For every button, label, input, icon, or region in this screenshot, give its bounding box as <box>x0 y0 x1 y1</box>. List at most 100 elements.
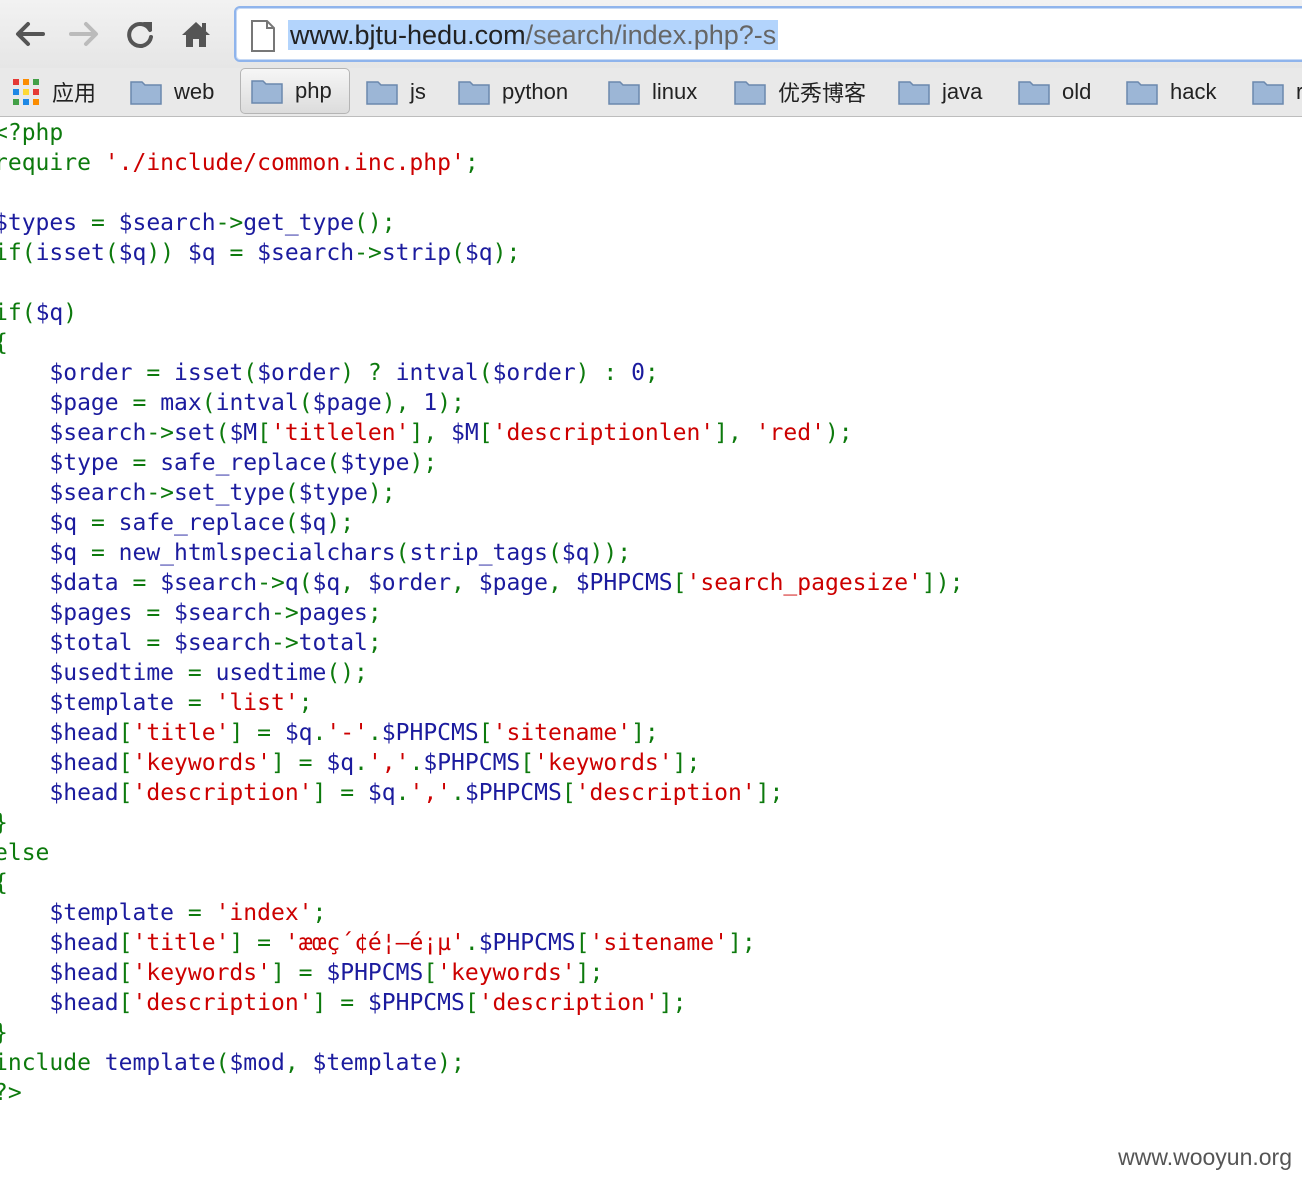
code-line: require './include/common.inc.php'; <box>0 148 1296 178</box>
code-token: $PHPCMS <box>478 930 576 956</box>
url-path: /search/index.php?-s <box>525 20 777 50</box>
code-token: ]; <box>672 750 701 776</box>
bookmark-label: old <box>1062 79 1092 104</box>
bookmark-python[interactable]: python <box>458 70 568 114</box>
code-token: $pages <box>49 600 147 626</box>
url-host: www.bjtu-hedu.com <box>290 20 526 50</box>
code-token: . <box>312 720 327 746</box>
code-token: [ <box>118 990 133 1016</box>
code-token: usedtime <box>215 660 327 686</box>
home-button[interactable] <box>176 14 216 54</box>
code-token: $mod <box>229 1050 285 1076</box>
bookmark-java[interactable]: java <box>898 70 982 114</box>
code-token: 'sitename' <box>492 720 632 746</box>
code-token: $PHPCMS <box>381 720 479 746</box>
code-token: [ <box>118 930 133 956</box>
code-token: ( <box>451 240 465 266</box>
folder-icon <box>458 81 490 105</box>
code-token: [ <box>118 780 133 806</box>
code-token: -> <box>270 600 299 626</box>
code-token: $head <box>49 750 119 776</box>
code-token: = <box>90 540 119 566</box>
code-token: = <box>187 660 216 686</box>
code-token: ); <box>492 240 521 266</box>
code-token: = <box>146 600 175 626</box>
bookmark-blogs[interactable]: 优秀博客 <box>734 70 866 114</box>
code-token: } <box>0 1020 8 1046</box>
code-token: 'æœç´¢é¦–é¡µ' <box>284 930 465 956</box>
url-text[interactable]: www.bjtu-hedu.com/search/index.php?-s <box>288 17 779 53</box>
code-token: ]; <box>658 990 687 1016</box>
code-token: = <box>132 390 161 416</box>
code-token: [ <box>257 420 271 446</box>
bookmark-r[interactable]: r <box>1252 70 1302 114</box>
bookmark-web[interactable]: web <box>130 70 214 114</box>
code-token: [ <box>478 720 493 746</box>
code-token: max <box>160 390 202 416</box>
code-token: $q <box>187 240 230 266</box>
code-token: ); <box>409 450 438 476</box>
code-line: $page = max(intval($page), 1); <box>0 388 1296 418</box>
apps-grid-icon <box>13 79 39 105</box>
code-token: [ <box>118 960 133 986</box>
code-token: -> <box>215 210 244 236</box>
code-line: $search->set($M['titlelen'], $M['descrip… <box>0 418 1296 448</box>
code-token: $head <box>49 960 119 986</box>
bookmark-linux[interactable]: linux <box>608 70 697 114</box>
code-token: [ <box>423 960 438 986</box>
code-token: ?> <box>0 1080 22 1106</box>
code-token: ]; <box>727 930 756 956</box>
bookmark-js[interactable]: js <box>366 70 426 114</box>
address-bar[interactable]: www.bjtu-hedu.com/search/index.php?-s <box>234 6 1302 62</box>
folder-icon <box>1018 81 1050 105</box>
code-token: )) <box>146 240 188 266</box>
code-line: $total = $search->total; <box>0 628 1296 658</box>
code-token: $usedtime <box>49 660 188 686</box>
code-token: -> <box>270 630 299 656</box>
code-token: -> <box>354 240 382 266</box>
code-token: ] = <box>312 990 368 1016</box>
code-token: (); <box>326 660 368 686</box>
code-token: strip_tags <box>409 540 548 566</box>
code-token: 'description' <box>132 990 313 1016</box>
code-line: $head['title'] = 'æœç´¢é¦–é¡µ'.$PHPCMS['… <box>0 928 1296 958</box>
code-token: new_htmlspecialchars <box>118 540 396 566</box>
reload-button[interactable] <box>120 14 160 54</box>
code-token: ] = <box>270 960 327 986</box>
code-token: $q <box>35 300 64 326</box>
forward-button[interactable] <box>64 14 104 54</box>
code-token: pages <box>298 600 368 626</box>
bookmark-hack[interactable]: hack <box>1126 70 1216 114</box>
bookmark-apps[interactable]: 应用 <box>12 70 96 114</box>
back-button[interactable] <box>10 14 50 54</box>
code-token: intval <box>215 390 299 416</box>
code-token: $head <box>49 780 119 806</box>
code-token: $PHPCMS <box>326 960 424 986</box>
code-token: 0 <box>631 360 645 386</box>
code-token: ; <box>464 150 479 176</box>
code-token: . <box>409 750 424 776</box>
bookmark-php[interactable]: php <box>240 68 350 114</box>
code-token: <?php <box>0 120 64 146</box>
code-token: ]; <box>755 780 784 806</box>
code-line: $q = new_htmlspecialchars(strip_tags($q)… <box>0 538 1296 568</box>
code-line: { <box>0 868 1296 898</box>
code-token: 'description' <box>575 780 756 806</box>
code-token: . <box>354 750 368 776</box>
code-token: 'keywords' <box>534 750 673 776</box>
bookmark-old[interactable]: old <box>1018 70 1091 114</box>
code-token: $q <box>561 540 590 566</box>
code-token: $q <box>49 510 91 536</box>
code-token: = <box>132 570 161 596</box>
code-token: 'title' <box>132 930 230 956</box>
code-token: -> <box>257 570 285 596</box>
code-token: $type <box>340 450 410 476</box>
code-token: if <box>0 300 22 326</box>
